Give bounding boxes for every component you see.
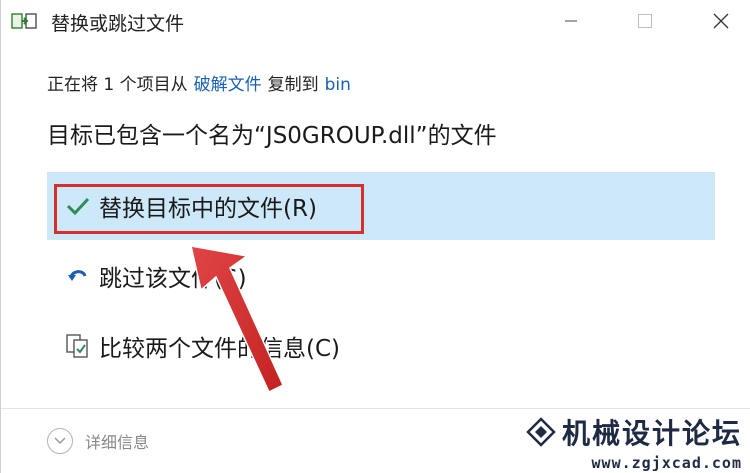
more-details-label: 详细信息 — [85, 433, 150, 452]
maximize-button[interactable] — [617, 2, 673, 40]
minimize-button[interactable] — [543, 2, 599, 40]
info-prefix: 正在将 1 个项目从 — [47, 75, 188, 95]
file-transfer-icon — [11, 12, 37, 32]
footer-divider — [1, 408, 750, 409]
close-button[interactable] — [693, 2, 749, 40]
watermark-url: www.zgjxcad.com — [591, 454, 742, 472]
info-middle: 复制到 — [267, 75, 319, 95]
annotation-highlight-box — [54, 184, 364, 234]
watermark-title: 机械设计论坛 — [561, 417, 742, 450]
chevron-down-icon — [47, 428, 73, 454]
compare-files-option[interactable]: 比较两个文件的信息(C) — [47, 312, 715, 380]
skip-arrow-icon — [61, 259, 95, 293]
more-details-toggle[interactable]: 详细信息 — [47, 428, 149, 454]
watermark: 机械设计论坛 www.zgjxcad.com — [526, 412, 742, 472]
close-icon — [713, 13, 729, 29]
compare-files-icon — [61, 329, 95, 363]
copy-info-line: 正在将 1 个项目从 破解文件 复制到 bin — [47, 70, 351, 95]
conflict-message: 目标已包含一个名为“JS0GROUP.dll”的文件 — [47, 123, 497, 149]
minimize-icon — [565, 20, 577, 22]
replace-skip-dialog: 替换或跳过文件 正在将 1 个项目从 破解文件 复制到 bin 目标已包含一个名为“J… — [0, 0, 750, 473]
compare-files-label: 比较两个文件的信息(C) — [99, 336, 341, 362]
skip-file-label: 跳过该文件(S) — [99, 266, 247, 292]
destination-folder-link[interactable]: bin — [325, 75, 351, 95]
watermark-logo-icon — [526, 417, 556, 447]
skip-file-option[interactable]: 跳过该文件(S) — [47, 242, 715, 310]
window-title: 替换或跳过文件 — [51, 13, 185, 35]
maximize-icon — [638, 14, 652, 28]
source-folder-link[interactable]: 破解文件 — [194, 75, 262, 95]
title-bar: 替换或跳过文件 — [1, 0, 750, 44]
